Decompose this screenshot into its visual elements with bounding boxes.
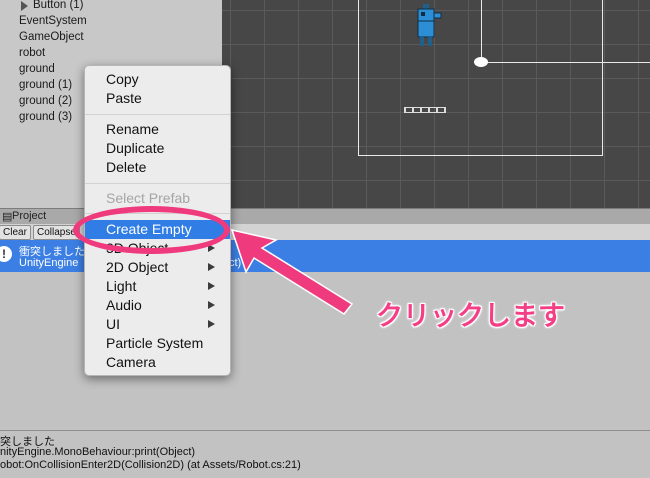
menu-item-label: Camera — [106, 354, 156, 370]
ground-platform[interactable] — [404, 107, 446, 113]
camera-bounds-left — [358, 0, 359, 156]
submenu-arrow-icon — [208, 263, 215, 271]
hierarchy-item-gameobject[interactable]: GameObject — [19, 31, 84, 43]
hierarchy-item-ground-3[interactable]: ground (3) — [19, 111, 72, 123]
menu-item-label: Rename — [106, 121, 159, 137]
transform-gizmo-icon[interactable] — [474, 57, 488, 67]
hierarchy-item-eventsystem[interactable]: EventSystem — [19, 15, 87, 27]
submenu-arrow-icon — [208, 282, 215, 290]
menu-item-particle-system[interactable]: Particle System — [85, 334, 230, 353]
menu-item-2d-object[interactable]: 2D Object — [85, 258, 230, 277]
menu-item-audio[interactable]: Audio — [85, 296, 230, 315]
menu-item-paste[interactable]: Paste — [85, 89, 230, 108]
submenu-arrow-icon — [208, 301, 215, 309]
menu-item-label: Audio — [106, 297, 142, 313]
annotation-arrow-icon — [230, 228, 354, 315]
folder-icon: ▤ — [2, 211, 13, 223]
hierarchy-item-ground[interactable]: ground — [19, 63, 55, 75]
tab-project[interactable]: Project — [12, 210, 46, 222]
menu-item-label: UI — [106, 316, 120, 332]
hierarchy-item-robot[interactable]: robot — [19, 47, 45, 59]
menu-item-copy[interactable]: Copy — [85, 70, 230, 89]
scene-view[interactable] — [222, 0, 650, 208]
console-entry-source: UnityEngine — [19, 257, 79, 269]
hierarchy-item-button-1[interactable]: Button (1) — [33, 0, 84, 11]
menu-item-camera[interactable]: Camera — [85, 353, 230, 372]
menu-item-label: 2D Object — [106, 259, 169, 275]
menu-item-ui[interactable]: UI — [85, 315, 230, 334]
menu-item-duplicate[interactable]: Duplicate — [85, 139, 230, 158]
expand-triangle-icon[interactable] — [21, 1, 28, 11]
axis-vertical — [481, 0, 482, 63]
hierarchy-item-ground-1[interactable]: ground (1) — [19, 79, 72, 91]
detail-line-3: obot:OnCollisionEnter2D(Collision2D) (at… — [0, 459, 301, 471]
console-detail-area: 突しました nityEngine.MonoBehaviour:print(Obj… — [0, 430, 650, 478]
hierarchy-item-ground-2[interactable]: ground (2) — [19, 95, 72, 107]
menu-separator — [85, 183, 230, 184]
highlight-ellipse — [73, 206, 230, 254]
annotation-text: クリックします — [376, 301, 565, 331]
detail-line-2: nityEngine.MonoBehaviour:print(Object) — [0, 446, 196, 458]
axis-horizontal — [481, 62, 650, 63]
menu-item-label: Paste — [106, 90, 142, 106]
menu-item-rename[interactable]: Rename — [85, 120, 230, 139]
menu-item-label: Delete — [106, 159, 147, 175]
menu-item-label: Light — [106, 278, 137, 294]
menu-item-label: Copy — [106, 71, 139, 87]
info-icon: ! — [0, 246, 12, 262]
robot-sprite[interactable] — [414, 4, 442, 50]
menu-item-light[interactable]: Light — [85, 277, 230, 296]
menu-item-label: Particle System — [106, 335, 204, 351]
submenu-arrow-icon — [208, 320, 215, 328]
menu-separator — [85, 114, 230, 115]
menu-item-label: Duplicate — [106, 140, 165, 156]
camera-bounds-right — [602, 0, 603, 156]
menu-item-delete[interactable]: Delete — [85, 158, 230, 177]
clear-button[interactable]: Clear — [0, 225, 31, 240]
camera-bounds-bottom — [358, 155, 603, 156]
